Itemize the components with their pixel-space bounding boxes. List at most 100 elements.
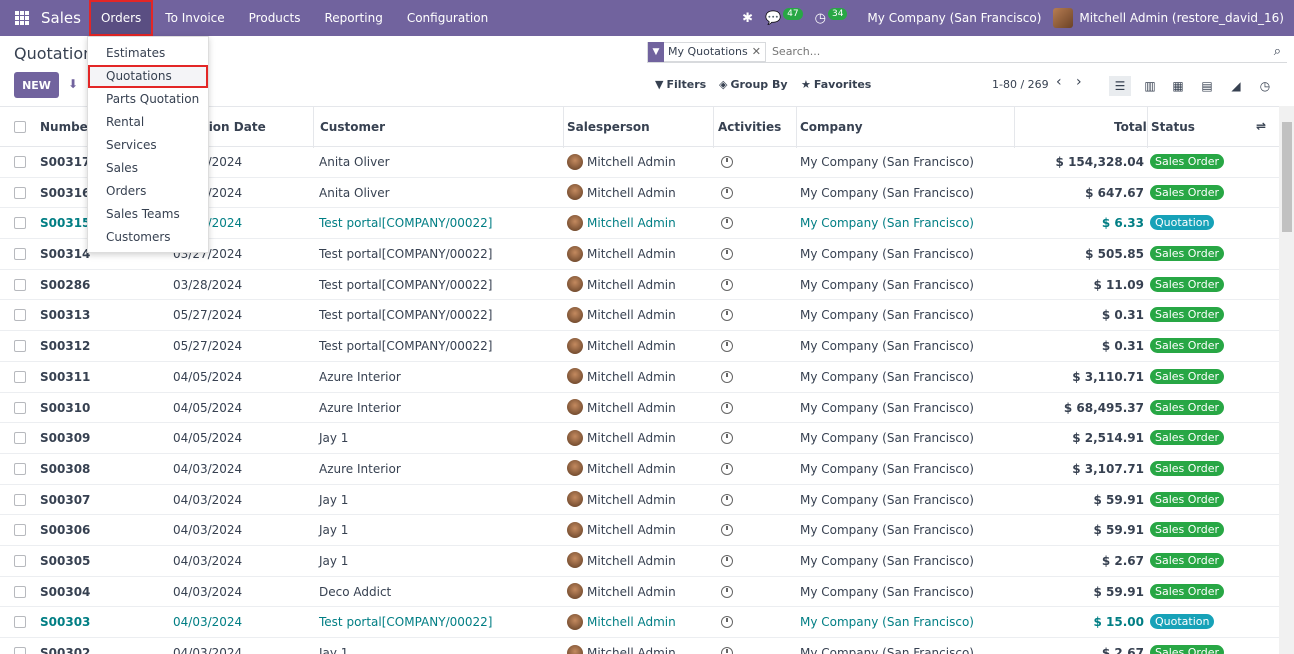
row-checkbox[interactable] <box>14 585 26 598</box>
activity-clock-icon[interactable] <box>721 524 733 539</box>
clock-icon[interactable]: ◷ 34 <box>815 8 848 26</box>
activity-clock-icon[interactable] <box>721 616 733 631</box>
activity-clock-icon[interactable] <box>721 248 733 263</box>
menu-item-sales[interactable]: Sales <box>88 157 208 180</box>
row-checkbox[interactable] <box>14 432 26 445</box>
table-row[interactable]: S00309 04/05/2024 Jay 1 Mitchell Admin My Co… <box>0 423 1279 454</box>
activity-clock-icon[interactable] <box>721 401 733 417</box>
salesperson-name: Mitchell Admin <box>587 615 676 630</box>
row-checkbox[interactable] <box>14 462 26 475</box>
salesperson: Mitchell Admin <box>567 153 676 170</box>
table-row[interactable]: S00302 04/03/2024 Jay 1 Mitchell Admin My Co… <box>0 638 1279 654</box>
filters-button[interactable]: ▼ Filters <box>655 78 706 91</box>
header-customer[interactable]: Customer <box>320 120 385 134</box>
row-checkbox[interactable] <box>14 524 26 537</box>
activity-clock-icon[interactable] <box>721 585 733 601</box>
row-checkbox[interactable] <box>14 647 26 654</box>
pager-next-icon[interactable]: › <box>1076 74 1082 90</box>
pager-value[interactable]: 1-80 / 269 <box>992 78 1049 91</box>
header-number[interactable]: Number <box>40 120 94 134</box>
table-row[interactable]: S00303 04/03/2024 Test portal[COMPANY/0002… <box>0 607 1279 638</box>
header-activities[interactable]: Activities <box>718 120 781 134</box>
header-status[interactable]: Status <box>1151 120 1195 134</box>
menu-item-customers[interactable]: Customers <box>88 226 208 249</box>
row-checkbox[interactable] <box>14 186 26 199</box>
row-checkbox[interactable] <box>14 370 26 383</box>
pivot-view-icon[interactable]: ▤ <box>1196 76 1218 96</box>
table-row[interactable]: S00313 05/27/2024 Test portal[COMPANY/0002… <box>0 300 1279 332</box>
app-brand[interactable]: Sales <box>41 9 81 27</box>
table-row[interactable]: S00311 04/05/2024 Azure Interior Mitchell A… <box>0 362 1279 393</box>
header-company[interactable]: Company <box>800 120 863 134</box>
activity-clock-icon[interactable] <box>721 647 733 654</box>
group-by-button[interactable]: ◈ Group By <box>719 78 788 91</box>
menu-item-estimates[interactable]: Estimates <box>88 42 208 65</box>
menu-item-sales-teams[interactable]: Sales Teams <box>88 203 208 226</box>
header-total[interactable]: Total <box>1114 120 1147 134</box>
table-row[interactable]: S00312 05/27/2024 Test portal[COMPANY/0002… <box>0 331 1279 362</box>
activity-clock-icon[interactable] <box>721 186 733 202</box>
menu-to-invoice[interactable]: To Invoice <box>153 0 236 36</box>
activity-clock-icon[interactable] <box>721 432 733 447</box>
menu-item-parts-quotation[interactable]: Parts Quotation <box>88 88 208 111</box>
close-icon[interactable]: ✕ <box>752 45 765 58</box>
row-checkbox[interactable] <box>14 616 26 629</box>
list-view-icon[interactable]: ☰ <box>1109 76 1131 96</box>
pager-previous-icon[interactable]: ‹ <box>1056 74 1062 90</box>
table-row[interactable]: S00304 04/03/2024 Deco Addict Mitchell Admi… <box>0 577 1279 608</box>
menu-item-quotations[interactable]: Quotations <box>88 65 208 88</box>
header-salesperson[interactable]: Salesperson <box>567 120 650 134</box>
avatar[interactable] <box>1053 8 1074 28</box>
new-button[interactable]: NEW <box>14 72 59 98</box>
order-number: S00310 <box>40 400 91 415</box>
activity-view-icon[interactable]: ◷ <box>1254 76 1276 96</box>
menu-reporting[interactable]: Reporting <box>312 0 394 36</box>
activity-clock-icon[interactable] <box>721 554 733 570</box>
table-row[interactable]: S00308 04/03/2024 Azure Interior Mitchell A… <box>0 454 1279 485</box>
activity-clock-icon[interactable] <box>721 462 733 478</box>
menu-item-rental[interactable]: Rental <box>88 111 208 134</box>
scrollbar-thumb[interactable] <box>1282 122 1292 232</box>
row-checkbox[interactable] <box>14 401 26 414</box>
row-checkbox[interactable] <box>14 278 26 291</box>
row-checkbox[interactable] <box>14 156 26 168</box>
apps-grid-icon[interactable] <box>15 11 29 25</box>
menu-item-services[interactable]: Services <box>88 134 208 157</box>
search-input[interactable] <box>771 45 1274 58</box>
activity-clock-icon[interactable] <box>721 493 733 509</box>
activity-clock-icon[interactable] <box>721 217 733 232</box>
table-row[interactable]: S00307 04/03/2024 Jay 1 Mitchell Admin My Co… <box>0 485 1279 516</box>
calendar-view-icon[interactable]: ▦ <box>1167 76 1189 96</box>
menu-configuration[interactable]: Configuration <box>395 0 500 36</box>
optional-columns-icon[interactable]: ⇌ <box>1256 119 1266 133</box>
search-icon[interactable]: ⌕ <box>1274 44 1281 59</box>
graph-view-icon[interactable]: ◢ <box>1225 76 1247 96</box>
order-number: S00302 <box>40 646 91 654</box>
activity-clock-icon[interactable] <box>721 156 733 171</box>
chat-icon[interactable]: 💬 47 <box>765 8 803 26</box>
menu-item-orders[interactable]: Orders <box>88 180 208 203</box>
select-all-checkbox[interactable] <box>14 121 26 133</box>
download-icon[interactable]: ⬇ <box>68 77 78 91</box>
row-checkbox[interactable] <box>14 309 26 322</box>
user-menu[interactable]: Mitchell Admin (restore_david_16) <box>1079 11 1284 25</box>
table-row[interactable]: S00305 04/03/2024 Jay 1 Mitchell Admin My Co… <box>0 546 1279 577</box>
table-row[interactable]: S00310 04/05/2024 Azure Interior Mitchell A… <box>0 393 1279 424</box>
row-checkbox[interactable] <box>14 554 26 567</box>
menu-products[interactable]: Products <box>237 0 313 36</box>
bug-icon[interactable]: ✱ <box>742 11 753 26</box>
row-checkbox[interactable] <box>14 340 26 353</box>
activity-clock-icon[interactable] <box>721 340 733 355</box>
favorites-button[interactable]: ★ Favorites <box>801 78 871 91</box>
row-checkbox[interactable] <box>14 217 26 230</box>
activity-clock-icon[interactable] <box>721 370 733 386</box>
row-checkbox[interactable] <box>14 248 26 261</box>
kanban-view-icon[interactable]: ▥ <box>1139 76 1161 96</box>
row-checkbox[interactable] <box>14 493 26 506</box>
activity-clock-icon[interactable] <box>721 309 733 324</box>
table-row[interactable]: S00306 04/03/2024 Jay 1 Mitchell Admin My Co… <box>0 515 1279 546</box>
company-switcher[interactable]: My Company (San Francisco) <box>867 11 1041 25</box>
activity-clock-icon[interactable] <box>721 278 733 294</box>
table-row[interactable]: S00286 03/28/2024 Test portal[COMPANY/0002… <box>0 270 1279 301</box>
menu-orders[interactable]: Orders <box>88 0 154 36</box>
